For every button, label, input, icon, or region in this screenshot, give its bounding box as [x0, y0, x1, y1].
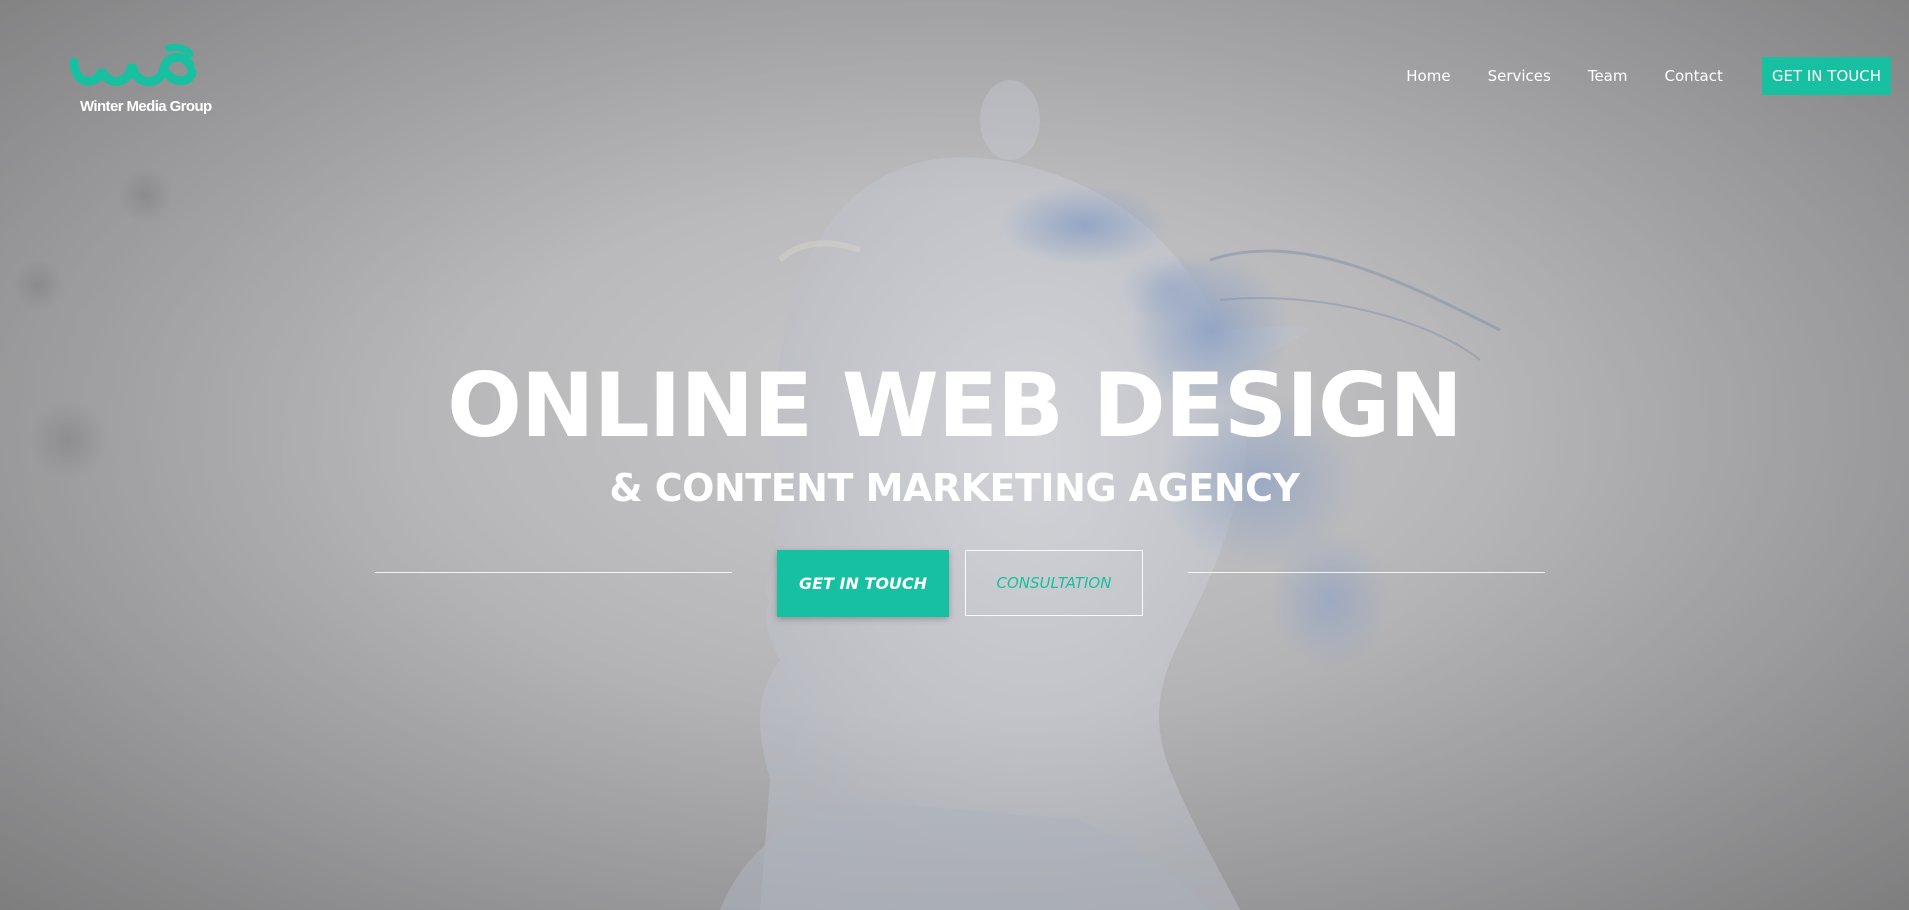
- brand-logo[interactable]: Winter Media Group: [68, 42, 212, 122]
- hero-headline: ONLINE WEB DESIGN: [447, 354, 1463, 457]
- nav-item-contact[interactable]: Contact: [1664, 57, 1722, 95]
- right-divider: [1188, 572, 1545, 573]
- nav-get-in-touch-button[interactable]: GET IN TOUCH: [1761, 57, 1891, 95]
- nav-item-home[interactable]: Home: [1406, 57, 1450, 95]
- left-divider: [375, 572, 732, 573]
- consultation-button[interactable]: CONSULTATION: [965, 550, 1143, 616]
- nav-item-team[interactable]: Team: [1588, 57, 1628, 95]
- nav-item-services[interactable]: Services: [1488, 57, 1551, 95]
- get-in-touch-button[interactable]: GET IN TOUCH: [777, 550, 949, 617]
- brand-name: Winter Media Group: [80, 98, 212, 115]
- main-nav: Home Services Team Contact GET IN TOUCH: [1406, 57, 1891, 95]
- hero-section: Winter Media Group Home Services Team Co…: [0, 0, 1909, 910]
- hero-subheadline: & CONTENT MARKETING AGENCY: [609, 466, 1300, 510]
- wmg-logo-mark-icon: [69, 43, 197, 87]
